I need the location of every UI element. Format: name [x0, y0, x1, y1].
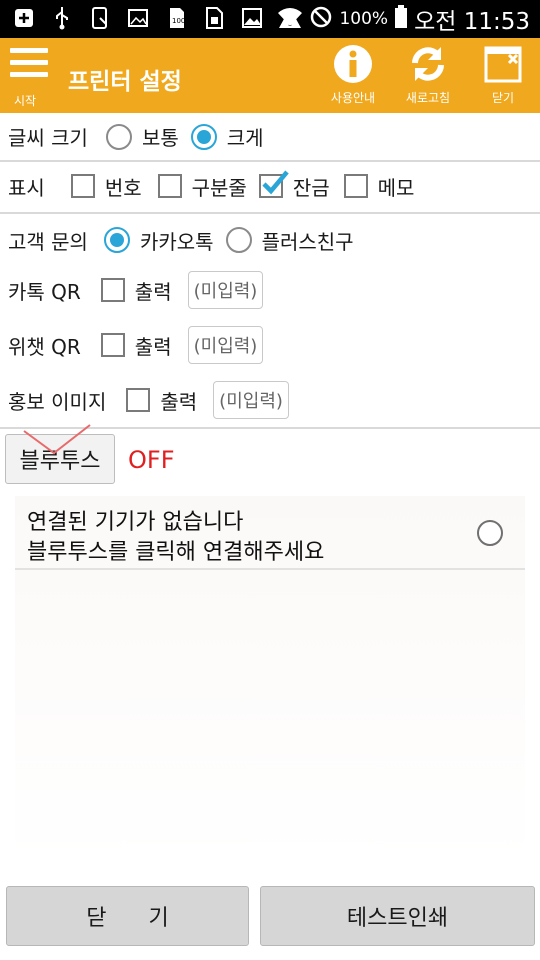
close-button[interactable]: 닫 기	[6, 886, 249, 946]
refresh-label: 새로고침	[405, 91, 451, 105]
display-divider-label: 구분줄	[191, 175, 247, 200]
display-memo-label: 메모	[377, 175, 415, 200]
inquiry-plusfriend-label: 플러스친구	[261, 229, 354, 254]
photo-icon	[126, 6, 150, 30]
display-number-checkbox[interactable]	[70, 174, 95, 198]
promo-image-row: 홍보 이미지 출력 (미입력)	[0, 376, 540, 424]
font-size-normal-radio[interactable]	[105, 123, 132, 150]
display-memo-checkbox[interactable]	[343, 174, 368, 198]
kakao-qr-value[interactable]: (미입력)	[187, 271, 264, 309]
display-balance-checkbox[interactable]	[258, 170, 289, 198]
close-window-button[interactable]: 닫기	[478, 44, 528, 110]
display-label: 표시	[8, 175, 45, 200]
close-button-label: 닫 기	[86, 906, 169, 931]
status-bar: 100 100% 오전 11:53	[0, 0, 540, 38]
clock: 오전 11:53	[414, 9, 530, 35]
battery-percent: 100%	[339, 9, 389, 29]
close-window-label: 닫기	[491, 91, 515, 105]
device-message-line2: 블루투스를 클릭해 연결해주세요	[27, 540, 325, 565]
display-divider-checkbox[interactable]	[157, 174, 182, 198]
svg-text:100: 100	[172, 17, 185, 25]
help-label: 사용안내	[330, 91, 376, 105]
font-size-large-label: 크게	[226, 126, 264, 150]
battery-icon	[394, 5, 408, 33]
bluetooth-status: OFF	[128, 446, 175, 474]
wechat-qr-print-checkbox[interactable]	[100, 333, 125, 357]
add-box-icon	[12, 6, 36, 30]
system-status: 100% 오전 11:53	[277, 3, 530, 35]
blocked-icon	[309, 5, 333, 33]
wechat-qr-print-label: 출력	[134, 334, 172, 359]
customer-inquiry-label: 고객 문의	[8, 229, 88, 254]
device-list: 연결된 기기가 없습니다 블루투스를 클릭해 연결해주세요	[15, 496, 525, 866]
font-size-row: 글씨 크기 보통 크게	[0, 113, 540, 160]
sd-card-icon: 100	[164, 6, 188, 30]
promo-image-value[interactable]: (미입력)	[213, 381, 289, 419]
list-item[interactable]: 연결된 기기가 없습니다 블루투스를 클릭해 연결해주세요	[15, 496, 525, 570]
display-number-label: 번호	[104, 175, 142, 200]
image-icon	[240, 6, 264, 30]
checkmark-icon	[262, 170, 289, 195]
inquiry-plusfriend-radio[interactable]	[225, 227, 252, 253]
display-balance-label: 잔금	[292, 175, 330, 200]
refresh-icon	[406, 44, 450, 84]
kakao-qr-print-checkbox[interactable]	[100, 278, 125, 302]
device-select-radio[interactable]	[477, 520, 503, 546]
customer-inquiry-row: 고객 문의 카카오톡 플러스친구	[0, 216, 540, 264]
promo-image-label: 홍보 이미지	[8, 389, 107, 414]
inquiry-kakaotalk-radio[interactable]	[103, 227, 130, 253]
test-print-button-label: 테스트인쇄	[346, 906, 449, 931]
bluetooth-button[interactable]: 블루투스	[5, 424, 115, 484]
usb-icon	[50, 6, 74, 30]
kakao-qr-row: 카톡 QR 출력 (미입력)	[0, 266, 540, 314]
kakao-qr-print-label: 출력	[134, 279, 172, 304]
hint-checkmark-icon	[23, 424, 91, 455]
app-bar: 시작 프린터 설정 사용안내 새로고침 닫기	[0, 38, 540, 113]
help-button[interactable]: 사용안내	[322, 44, 384, 110]
menu-button[interactable]: 시작	[6, 42, 52, 108]
divider	[0, 212, 540, 214]
font-size-large-radio[interactable]	[190, 123, 217, 150]
display-row: 표시 번호 구분줄 잔금 메모	[0, 162, 540, 210]
wechat-qr-value[interactable]: (미입력)	[187, 326, 264, 364]
close-window-icon	[481, 44, 525, 84]
kakao-qr-label: 카톡 QR	[8, 279, 81, 304]
info-icon	[331, 44, 375, 84]
refresh-button[interactable]: 새로고침	[396, 44, 460, 110]
notification-icons: 100	[12, 6, 302, 30]
font-size-label: 글씨 크기	[8, 126, 88, 150]
phone-icon	[88, 6, 112, 30]
inquiry-kakaotalk-label: 카카오톡	[139, 229, 214, 254]
sim-icon	[202, 6, 226, 30]
wifi-icon	[277, 6, 303, 32]
promo-image-print-checkbox[interactable]	[126, 388, 151, 412]
hamburger-icon	[10, 48, 48, 84]
wechat-qr-row: 위챗 QR 출력 (미입력)	[0, 321, 540, 369]
menu-label: 시작	[14, 94, 37, 108]
promo-image-print-label: 출력	[160, 389, 198, 414]
test-print-button[interactable]: 테스트인쇄	[260, 886, 535, 946]
wechat-qr-label: 위챗 QR	[8, 334, 81, 359]
page-title: 프린터 설정	[68, 69, 182, 95]
device-message-line1: 연결된 기기가 없습니다	[27, 510, 244, 535]
font-size-normal-label: 보통	[141, 126, 179, 150]
